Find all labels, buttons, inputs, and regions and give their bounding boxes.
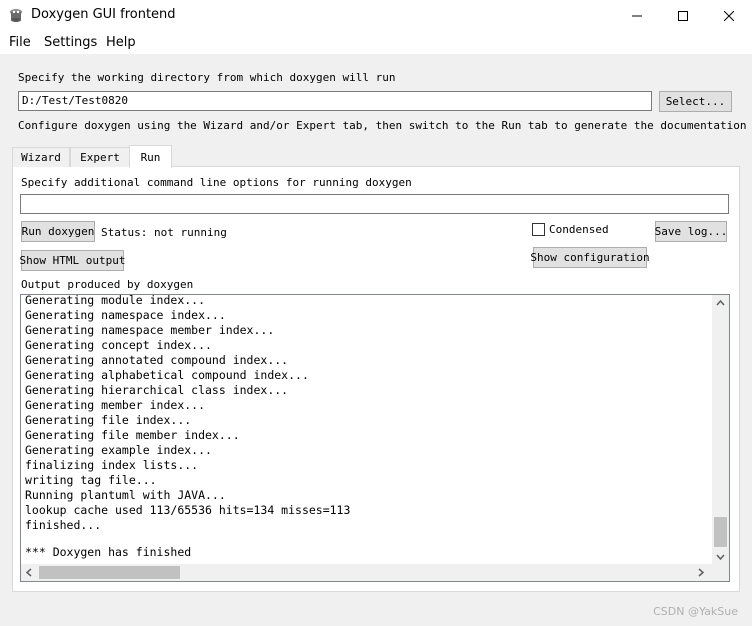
command-options-input[interactable] (20, 194, 729, 214)
scroll-down-icon[interactable] (716, 554, 725, 560)
log-line: Generating file member index... (25, 428, 240, 442)
watermark: CSDN @YakSue (653, 605, 738, 618)
workdir-input[interactable]: D:/Test/Test0820 (18, 91, 652, 111)
log-line: Generating hierarchical class index... (25, 383, 289, 397)
options-label: Specify additional command line options … (21, 176, 412, 189)
scroll-up-icon[interactable] (716, 300, 725, 306)
minimize-icon (632, 15, 642, 16)
log-line: Generating namespace member index... (25, 323, 275, 337)
select-directory-button[interactable]: Select... (659, 91, 732, 112)
doxygen-app-icon (8, 7, 24, 23)
minimize-button[interactable] (614, 0, 660, 31)
condensed-checkbox[interactable] (532, 223, 545, 236)
log-line: Generating concept index... (25, 338, 212, 352)
tab-run[interactable]: Run (129, 145, 172, 168)
log-line: finished... (25, 518, 102, 532)
tab-wizard[interactable]: Wizard (12, 147, 70, 167)
log-text: Generating module index... Generating na… (25, 294, 711, 560)
vertical-scroll-thumb[interactable] (714, 517, 727, 547)
maximize-button[interactable] (660, 0, 706, 31)
scroll-left-icon[interactable] (26, 568, 32, 577)
workdir-label: Specify the working directory from which… (18, 71, 396, 84)
log-line: writing tag file... (25, 473, 157, 487)
instructions-text: Configure doxygen using the Wizard and/o… (18, 119, 747, 132)
log-line: *** Doxygen has finished (25, 545, 192, 559)
log-line: Running plantuml with JAVA... (25, 488, 226, 502)
scroll-corner (712, 564, 729, 581)
vertical-scrollbar[interactable] (712, 295, 729, 565)
menu-help[interactable]: Help (106, 35, 136, 50)
log-line: lookup cache used 113/65536 hits=134 mis… (25, 503, 351, 517)
run-status-text: Status: not running (101, 226, 227, 239)
log-line: finalizing index lists... (25, 458, 199, 472)
tab-expert[interactable]: Expert (70, 147, 130, 167)
output-label: Output produced by doxygen (21, 278, 194, 291)
horizontal-scroll-thumb[interactable] (39, 566, 180, 579)
log-line: Generating namespace index... (25, 308, 226, 322)
log-line: Generating file index... (25, 413, 192, 427)
show-configuration-button[interactable]: Show configuration (530, 247, 650, 268)
log-line: Generating alphabetical compound index..… (25, 368, 309, 382)
maximize-icon (678, 10, 688, 21)
horizontal-scrollbar[interactable] (21, 564, 729, 581)
window-title: Doxygen GUI frontend (31, 7, 176, 22)
log-line: Generating annotated compound index... (25, 353, 289, 367)
log-line: Generating example index... (25, 443, 212, 457)
close-button[interactable] (706, 0, 752, 31)
run-doxygen-button[interactable]: Run doxygen (21, 221, 95, 242)
save-log-button[interactable]: Save log... (655, 221, 727, 242)
menu-settings[interactable]: Settings (44, 35, 97, 50)
condensed-label: Condensed (549, 223, 609, 236)
output-log[interactable]: Generating module index... Generating na… (20, 294, 730, 582)
menu-file[interactable]: File (9, 35, 31, 50)
show-html-output-button[interactable]: Show HTML output (20, 250, 125, 271)
scroll-right-icon[interactable] (698, 568, 704, 577)
close-icon (724, 10, 734, 21)
log-line: Generating member index... (25, 398, 206, 412)
log-line: Generating module index... (25, 294, 206, 307)
